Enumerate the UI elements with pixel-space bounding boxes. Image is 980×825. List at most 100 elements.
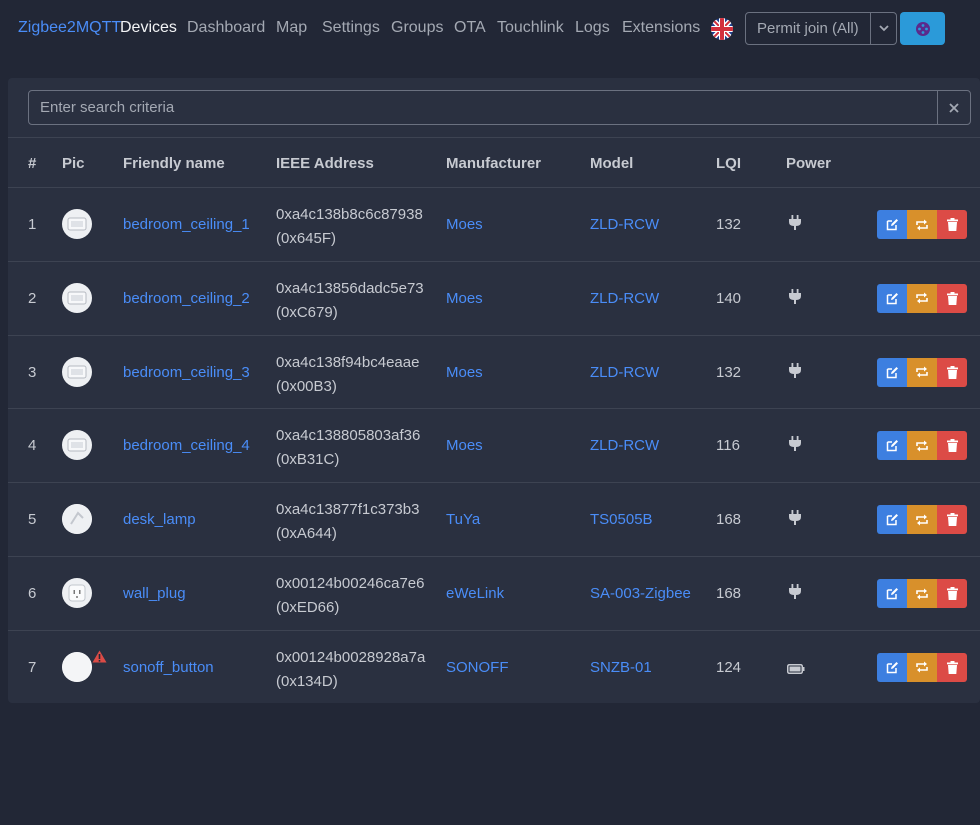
reconfigure-button[interactable] <box>907 283 937 313</box>
permit-join-button[interactable]: Permit join (All) <box>745 12 897 45</box>
reconfigure-button[interactable] <box>907 210 937 239</box>
plug-icon <box>789 584 801 603</box>
ieee-value: 0xa4c138b8c6c87938 <box>276 206 423 223</box>
network-address: (0x645F) <box>276 230 337 247</box>
refresh-icon <box>915 219 929 231</box>
col-lqi[interactable]: LQI <box>716 155 741 172</box>
ieee-value: 0xa4c138f94bc4eaae <box>276 353 420 371</box>
col-number[interactable]: # <box>28 155 36 172</box>
devices-card: # Pic Friendly name IEEE Address Manufac… <box>8 78 980 703</box>
refresh-icon <box>915 514 929 526</box>
model-link[interactable]: ZLD-RCW <box>590 290 659 307</box>
col-model[interactable]: Model <box>590 155 633 172</box>
device-image <box>62 651 92 682</box>
nav-logs[interactable]: Logs <box>575 19 610 37</box>
nav-devices[interactable]: Devices <box>120 19 177 37</box>
manufacturer-link[interactable]: eWeLink <box>446 585 504 602</box>
reconfigure-button[interactable] <box>907 579 937 608</box>
model-link[interactable]: SA-003-Zigbee <box>590 585 691 602</box>
ieee-address: 0xa4c13856dadc5e73 (0xC679) <box>276 277 424 325</box>
rename-button[interactable] <box>877 283 907 313</box>
friendly-name-link[interactable]: bedroom_ceiling_3 <box>123 364 250 381</box>
row-number: 3 <box>28 363 37 381</box>
lqi-value: 140 <box>716 289 742 307</box>
rename-button[interactable] <box>877 505 907 535</box>
model-link[interactable]: ZLD-RCW <box>590 437 659 454</box>
ieee-address: 0xa4c138f94bc4eaae (0x00B3) <box>276 351 419 399</box>
ieee-value: 0x00124b0028928a7a <box>276 648 426 666</box>
nav-map[interactable]: Map <box>276 19 307 37</box>
model-link[interactable]: ZLD-RCW <box>590 364 659 381</box>
edit-icon <box>886 587 899 600</box>
row-number: 5 <box>28 511 37 529</box>
network-address: (0xA644) <box>276 525 337 543</box>
refresh-icon <box>915 661 929 673</box>
model-link[interactable]: SNZB-01 <box>590 659 652 676</box>
close-icon[interactable] <box>937 91 970 124</box>
remove-button[interactable] <box>937 283 967 313</box>
rename-button[interactable] <box>877 210 907 239</box>
remove-button[interactable] <box>937 652 967 682</box>
model-link[interactable]: TS0505B <box>590 511 653 528</box>
trash-icon <box>946 365 958 379</box>
network-address: (0x134D) <box>276 672 338 690</box>
remove-button[interactable] <box>937 357 967 387</box>
nav-extensions[interactable]: Extensions <box>622 19 700 37</box>
manufacturer-link[interactable]: Moes <box>446 364 483 381</box>
brand-link[interactable]: Zigbee2MQTT <box>18 19 121 37</box>
reconfigure-button[interactable] <box>907 431 937 461</box>
ieee-value: 0x00124b00246ca7e6 <box>276 575 425 592</box>
rename-button[interactable] <box>877 579 907 608</box>
col-ieee-address[interactable]: IEEE Address <box>276 155 374 172</box>
plug-icon <box>789 362 801 382</box>
nav-groups[interactable]: Groups <box>391 19 443 37</box>
reconfigure-button[interactable] <box>907 652 937 682</box>
navbar: Zigbee2MQTT Devices Dashboard Map Settin… <box>0 0 980 58</box>
manufacturer-link[interactable]: Moes <box>446 216 483 233</box>
table-row: 7 sonoff_button 0x00124b0028928a7a (0x134D)… <box>8 629 980 704</box>
rename-button[interactable] <box>877 652 907 682</box>
nav-settings[interactable]: Settings <box>322 19 380 37</box>
remove-button[interactable] <box>937 431 967 461</box>
friendly-name-link[interactable]: sonoff_button <box>123 659 214 676</box>
reconfigure-button[interactable] <box>907 357 937 387</box>
row-number: 6 <box>28 585 37 602</box>
reconfigure-button[interactable] <box>907 505 937 535</box>
lqi-value: 168 <box>716 511 742 529</box>
row-actions <box>877 357 967 387</box>
friendly-name-link[interactable]: bedroom_ceiling_1 <box>123 216 250 233</box>
rename-button[interactable] <box>877 431 907 461</box>
nav-ota[interactable]: OTA <box>454 19 486 37</box>
uk-flag-icon[interactable] <box>711 18 733 40</box>
nav-dashboard[interactable]: Dashboard <box>187 19 265 37</box>
chevron-down-icon[interactable] <box>870 13 896 44</box>
ieee-address: 0xa4c138805803af36 (0xB31C) <box>276 424 420 472</box>
remove-button[interactable] <box>937 579 967 608</box>
plug-icon <box>789 215 801 234</box>
friendly-name-link[interactable]: bedroom_ceiling_2 <box>123 290 250 307</box>
col-friendly-name[interactable]: Friendly name <box>123 155 225 172</box>
row-actions <box>877 431 967 461</box>
search-box <box>28 90 971 125</box>
col-power[interactable]: Power <box>786 155 831 172</box>
model-link[interactable]: ZLD-RCW <box>590 216 659 233</box>
network-address: (0xC679) <box>276 303 338 321</box>
row-number: 2 <box>28 289 37 307</box>
manufacturer-link[interactable]: Moes <box>446 290 483 307</box>
rename-button[interactable] <box>877 357 907 387</box>
friendly-name-link[interactable]: bedroom_ceiling_4 <box>123 437 250 454</box>
manufacturer-link[interactable]: TuYa <box>446 511 480 528</box>
manufacturer-link[interactable]: Moes <box>446 437 483 454</box>
friendly-name-link[interactable]: desk_lamp <box>123 511 196 528</box>
refresh-icon <box>915 292 929 304</box>
manufacturer-link[interactable]: SONOFF <box>446 659 509 676</box>
nav-touchlink[interactable]: Touchlink <box>497 19 564 37</box>
remove-button[interactable] <box>937 505 967 535</box>
table-row: 5 desk_lamp 0xa4c13877f1c373b3 (0xA644) TuYa… <box>8 482 980 556</box>
search-input[interactable] <box>29 91 937 124</box>
col-manufacturer[interactable]: Manufacturer <box>446 155 541 172</box>
ieee-value: 0xa4c13856dadc5e73 <box>276 279 424 297</box>
friendly-name-link[interactable]: wall_plug <box>123 585 186 602</box>
remove-button[interactable] <box>937 210 967 239</box>
settings-button[interactable] <box>900 12 945 45</box>
